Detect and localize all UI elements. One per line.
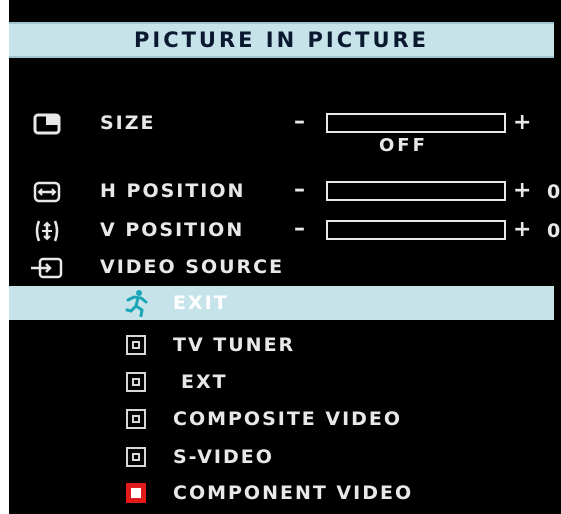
checkbox-checked-icon bbox=[126, 483, 146, 503]
source-option-composite-video[interactable]: COMPOSITE VIDEO bbox=[9, 402, 554, 436]
source-option-tv-tuner[interactable]: TV TUNER bbox=[9, 328, 554, 362]
source-option-s-video[interactable]: S-VIDEO bbox=[9, 440, 554, 474]
size-slider[interactable] bbox=[326, 113, 506, 133]
v-position-icon bbox=[29, 217, 65, 245]
v-position-decrease-button[interactable]: – bbox=[294, 216, 316, 241]
v-position-label: V POSITION bbox=[100, 219, 245, 241]
setting-video-source[interactable]: VIDEO SOURCE bbox=[9, 251, 561, 285]
setting-size[interactable]: SIZE – + bbox=[9, 107, 561, 141]
h-position-decrease-button[interactable]: – bbox=[294, 177, 316, 202]
exit-icon bbox=[124, 289, 150, 318]
v-position-increase-button[interactable]: + bbox=[513, 217, 533, 242]
checkbox-icon bbox=[126, 335, 146, 355]
h-position-label: H POSITION bbox=[100, 180, 246, 202]
v-position-slider[interactable] bbox=[326, 220, 506, 240]
h-position-value: 0 bbox=[547, 181, 561, 203]
source-option-exit[interactable]: EXIT bbox=[9, 286, 554, 320]
source-option-label: EXIT bbox=[173, 292, 229, 314]
source-option-label: COMPOSITE VIDEO bbox=[173, 408, 403, 430]
size-status: OFF bbox=[379, 135, 428, 156]
setting-v-position[interactable]: V POSITION – + 0 bbox=[9, 214, 561, 248]
source-option-label: TV TUNER bbox=[173, 334, 296, 356]
source-option-ext[interactable]: EXT bbox=[9, 365, 554, 399]
source-option-component-video[interactable]: COMPONENT VIDEO bbox=[9, 476, 554, 510]
h-position-icon bbox=[29, 178, 65, 206]
v-position-value: 0 bbox=[547, 220, 561, 242]
source-option-label: S-VIDEO bbox=[173, 446, 274, 468]
source-option-label: EXT bbox=[181, 371, 228, 393]
video-source-icon bbox=[29, 254, 65, 282]
checkbox-icon bbox=[126, 447, 146, 467]
size-increase-button[interactable]: + bbox=[513, 110, 533, 135]
checkbox-icon bbox=[126, 372, 146, 392]
source-option-label: COMPONENT VIDEO bbox=[173, 482, 414, 504]
size-decrease-button[interactable]: – bbox=[294, 109, 316, 134]
h-position-slider[interactable] bbox=[326, 181, 506, 201]
size-icon bbox=[29, 110, 65, 138]
h-position-increase-button[interactable]: + bbox=[513, 178, 533, 203]
video-source-label: VIDEO SOURCE bbox=[100, 256, 285, 278]
menu-title: PICTURE IN PICTURE bbox=[9, 22, 554, 58]
size-label: SIZE bbox=[100, 112, 156, 134]
checkbox-icon bbox=[126, 409, 146, 429]
setting-h-position[interactable]: H POSITION – + 0 bbox=[9, 175, 561, 209]
